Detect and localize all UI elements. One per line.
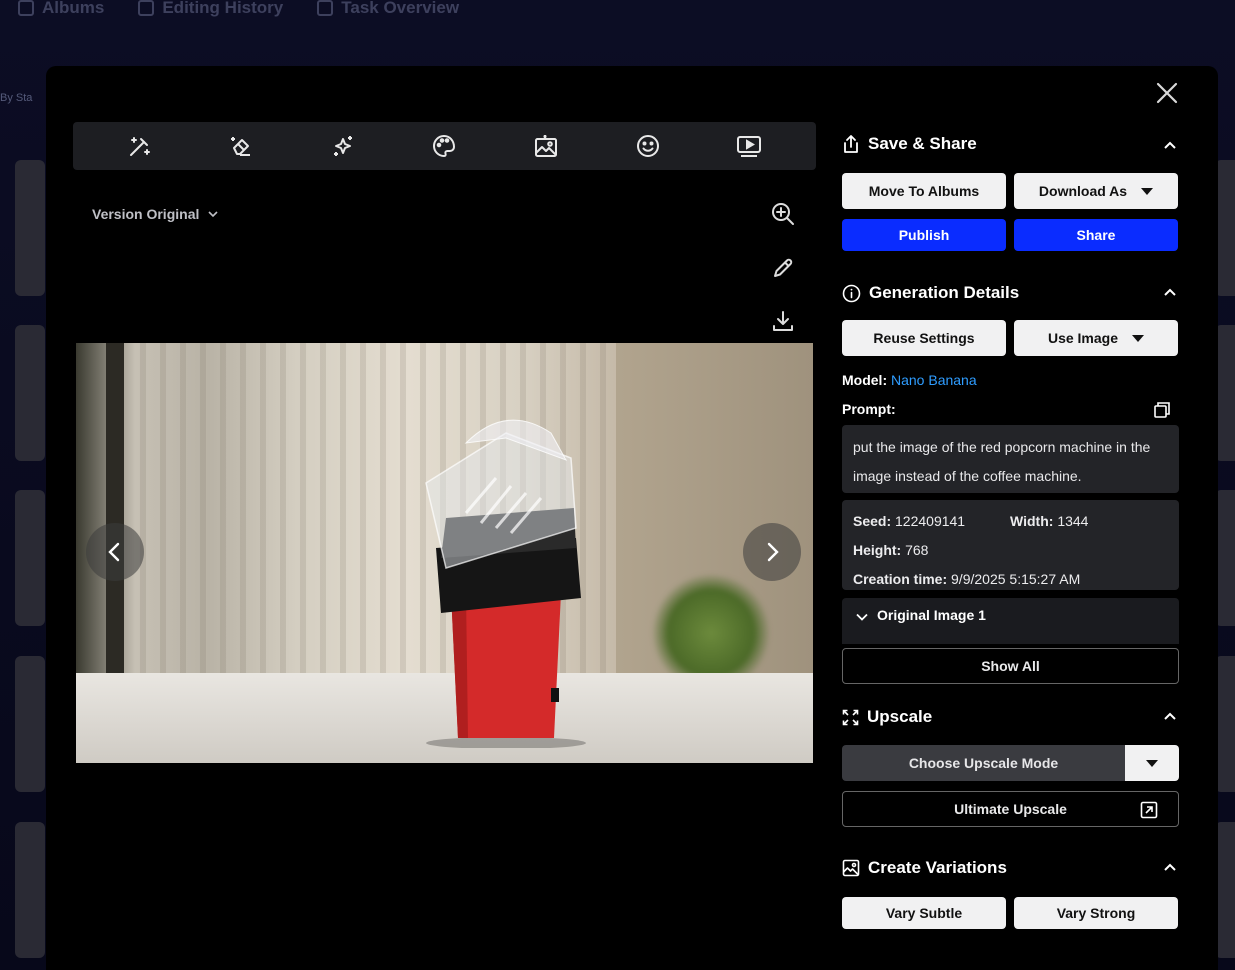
ultimate-upscale-button[interactable]: Ultimate Upscale: [842, 791, 1179, 827]
popcorn-machine-illustration: [425, 419, 586, 748]
edit-toolbar: [73, 122, 816, 170]
create-variations-title: Create Variations: [868, 858, 1007, 877]
expand-icon: [842, 709, 859, 725]
close-button[interactable]: [1154, 80, 1180, 106]
albums-icon: [18, 0, 34, 16]
reuse-settings-button[interactable]: Reuse Settings: [842, 320, 1006, 356]
create-variations-header[interactable]: Create Variations: [842, 858, 1007, 878]
bg-thumbnail[interactable]: [15, 822, 45, 958]
caret-down-icon: [1141, 187, 1154, 195]
tool-magic-edit[interactable]: [123, 129, 157, 163]
share-button[interactable]: Share: [1014, 219, 1178, 251]
background-tabs: Albums Editing History Task Overview: [0, 0, 459, 22]
save-share-title: Save & Share: [868, 134, 977, 153]
image-edit-icon: [535, 135, 558, 157]
prompt-text: put the image of the red popcorn machine…: [842, 425, 1179, 493]
choose-upscale-mode-select[interactable]: Choose Upscale Mode: [842, 745, 1125, 781]
original-image-label: Original Image 1: [877, 607, 986, 623]
bg-thumbnail[interactable]: [1215, 822, 1235, 958]
pencil-icon: [774, 258, 793, 277]
video-play-icon: [737, 136, 762, 157]
image-variations-icon: [842, 859, 860, 877]
close-icon: [1156, 82, 1178, 104]
publish-button[interactable]: Publish: [842, 219, 1006, 251]
version-selector[interactable]: Version Original: [92, 206, 219, 222]
bg-tab-albums[interactable]: Albums: [18, 0, 104, 22]
model-link[interactable]: Nano Banana: [891, 372, 977, 388]
creation-time-value: 9/9/2025 5:15:27 AM: [951, 571, 1081, 587]
vary-strong-button[interactable]: Vary Strong: [1014, 897, 1178, 929]
tool-face[interactable]: [631, 129, 665, 163]
chevron-right-icon: [767, 542, 779, 562]
copy-icon[interactable]: [1153, 401, 1171, 419]
collapse-generation-icon[interactable]: [1162, 285, 1178, 301]
smiley-icon: [636, 135, 659, 157]
bg-thumbnail[interactable]: [1215, 160, 1235, 296]
share-icon: [844, 135, 858, 153]
bg-thumbnail[interactable]: [1215, 490, 1235, 626]
previous-image-button[interactable]: [86, 523, 144, 581]
download-icon: [773, 311, 793, 331]
bg-thumbnail[interactable]: [1215, 325, 1235, 461]
use-image-button[interactable]: Use Image: [1014, 320, 1178, 356]
move-to-albums-button[interactable]: Move To Albums: [842, 173, 1006, 209]
tool-color[interactable]: [427, 129, 461, 163]
show-all-button[interactable]: Show All: [842, 648, 1179, 684]
generation-details-header[interactable]: Generation Details: [842, 283, 1019, 303]
version-label: Version Original: [92, 206, 200, 222]
bg-thumbnail[interactable]: [15, 325, 45, 461]
bg-thumbnail[interactable]: [1215, 656, 1235, 792]
download-button[interactable]: [768, 306, 798, 336]
sparkles-icon: [333, 136, 352, 156]
download-as-button[interactable]: Download As: [1014, 173, 1178, 209]
collapse-upscale-icon[interactable]: [1162, 709, 1178, 725]
task-icon: [317, 0, 334, 16]
palette-icon: [433, 134, 456, 158]
save-share-header[interactable]: Save & Share: [842, 134, 977, 154]
zoom-in-button[interactable]: [768, 199, 798, 229]
history-icon: [138, 0, 155, 16]
bg-thumbnail[interactable]: [15, 656, 45, 792]
upscale-title: Upscale: [867, 707, 933, 726]
bg-thumbnail[interactable]: [15, 490, 45, 626]
tool-enhance[interactable]: [326, 129, 360, 163]
generation-details-title: Generation Details: [869, 283, 1020, 302]
collapse-save-share-icon[interactable]: [1162, 138, 1178, 154]
generated-image: [76, 343, 813, 763]
upscale-header[interactable]: Upscale: [842, 707, 932, 727]
vary-subtle-button[interactable]: Vary Subtle: [842, 897, 1006, 929]
prompt-label: Prompt:: [842, 401, 896, 417]
caret-down-icon: [1146, 759, 1158, 767]
chevron-left-icon: [108, 542, 120, 562]
model-line: Model: Nano Banana: [842, 372, 977, 388]
chevron-down-icon: [856, 613, 868, 621]
tool-eraser[interactable]: [224, 129, 258, 163]
zoom-in-icon: [772, 203, 794, 225]
upscale-mode-dropdown-button[interactable]: [1125, 745, 1179, 781]
bg-tab-editing-history[interactable]: Editing History: [138, 0, 283, 22]
collapse-variations-icon[interactable]: [1162, 860, 1178, 876]
chevron-down-icon: [208, 211, 218, 218]
bg-side-label: By Sta: [0, 92, 33, 104]
external-link-icon: [1140, 801, 1158, 819]
eraser-icon: [231, 137, 251, 156]
caret-down-icon: [1132, 334, 1145, 342]
tool-video[interactable]: [732, 129, 766, 163]
width-value: 1344: [1057, 513, 1089, 529]
height-value: 768: [905, 542, 929, 558]
magic-wand-icon: [129, 137, 150, 156]
bg-tab-task-overview[interactable]: Task Overview: [317, 0, 459, 22]
info-icon: [842, 284, 861, 302]
seed-value: 122409141: [895, 513, 966, 529]
original-image-toggle[interactable]: Original Image 1: [842, 598, 1179, 644]
tool-image-edit[interactable]: [529, 129, 563, 163]
bg-thumbnail[interactable]: [15, 160, 45, 296]
generation-metadata: Seed: 122409141 Width: 1344 Height: 768 …: [842, 500, 1179, 590]
next-image-button[interactable]: [743, 523, 801, 581]
edit-button[interactable]: [768, 253, 798, 283]
